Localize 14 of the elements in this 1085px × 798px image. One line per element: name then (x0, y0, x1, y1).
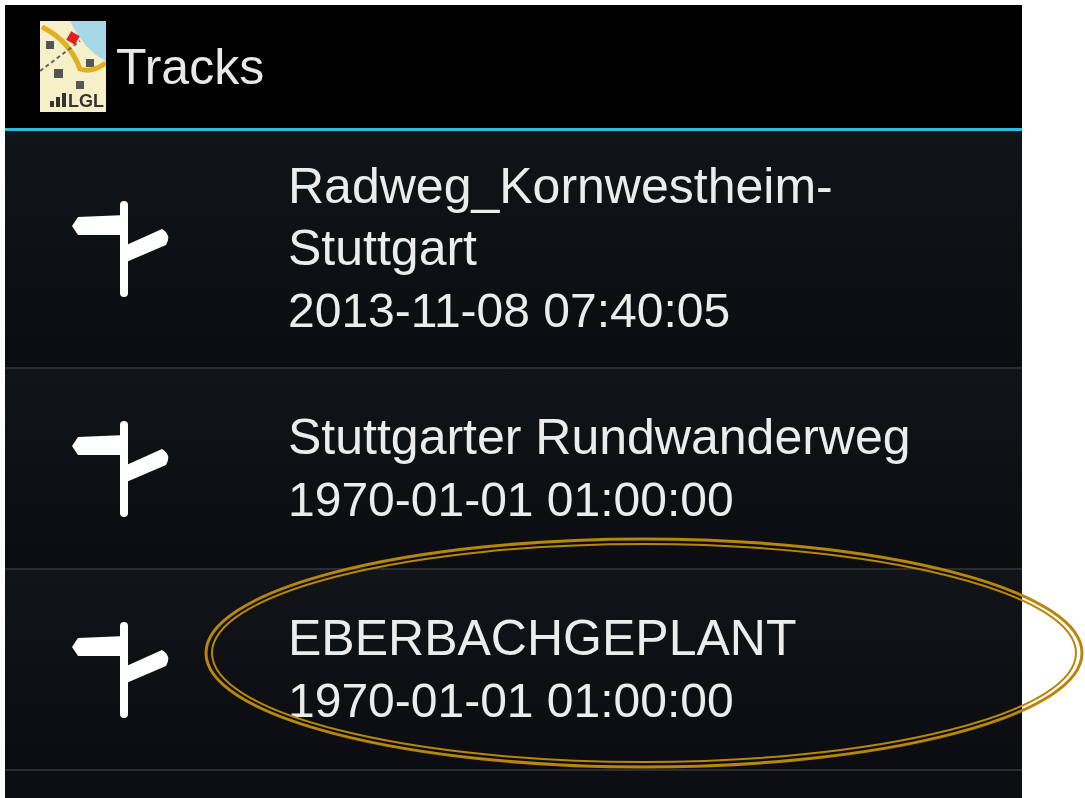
track-name: Radweg_Kornwestheim-Stuttgart (288, 157, 834, 278)
track-date: 2013-11-08 07:40:05 (288, 283, 732, 339)
signpost-icon (70, 199, 170, 299)
track-name: Stuttgarter Rundwanderweg (288, 407, 912, 467)
track-name: EBERBACHGEPLANT (288, 608, 798, 668)
track-item[interactable]: Radweg_Kornwestheim-Stuttgart 2013-11-08 07:40:05 (5, 131, 1022, 369)
signpost-icon (70, 418, 170, 519)
signpost-icon (70, 619, 170, 720)
logo-text: LGL (68, 92, 104, 110)
track-item[interactable]: Stuttgarter Rundwanderweg 1970-01-01 01:00:00 (5, 369, 1022, 570)
screen-title: Tracks (116, 41, 265, 92)
track-date: 1970-01-01 01:00:00 (288, 672, 735, 729)
track-date: 1970-01-01 01:00:00 (288, 471, 735, 528)
track-item[interactable]: EBERBACHGEPLANT 1970-01-01 01:00:00 (5, 570, 1022, 771)
